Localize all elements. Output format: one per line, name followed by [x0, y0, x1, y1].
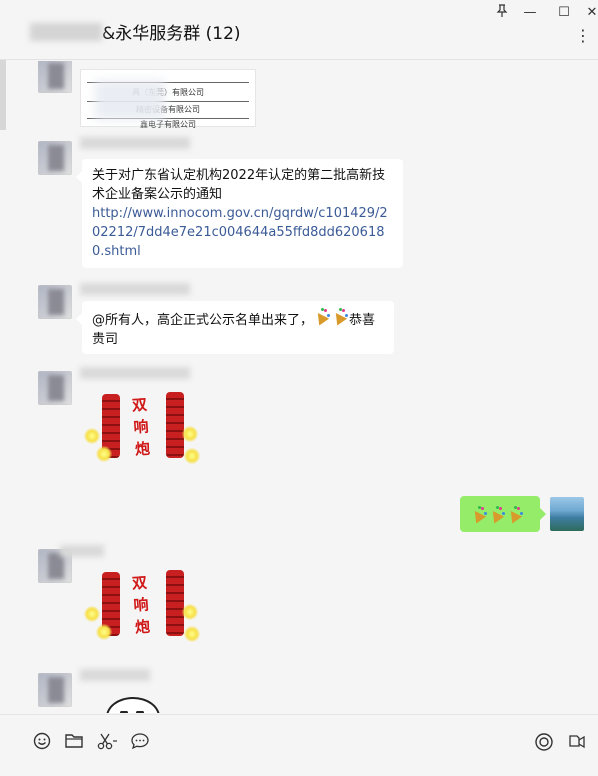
- party-popper-icon: [487, 506, 505, 524]
- sender-avatar[interactable]: [38, 61, 72, 93]
- sender-name-redacted: [80, 283, 190, 295]
- chat-title-text: &永华服务群 (12): [102, 24, 241, 44]
- minimize-button[interactable]: —: [518, 4, 542, 22]
- spark: [184, 448, 200, 464]
- spark: [84, 606, 100, 622]
- record-icon[interactable]: [534, 732, 554, 752]
- firecracker-sticker[interactable]: 双响炮: [82, 386, 206, 468]
- sticker-text: 双响炮: [131, 573, 151, 637]
- maximize-button[interactable]: ☐: [552, 4, 576, 22]
- sticker-text: 双响炮: [131, 395, 151, 459]
- party-popper-icon: [505, 506, 523, 524]
- sender-avatar[interactable]: [38, 371, 72, 405]
- firecracker-right: [166, 570, 184, 636]
- more-options-button[interactable]: ⋮: [575, 26, 592, 45]
- sender-avatar[interactable]: [38, 673, 72, 707]
- folder-icon[interactable]: [64, 732, 84, 752]
- emoji-icon[interactable]: [32, 732, 52, 752]
- scissors-icon[interactable]: [96, 732, 117, 752]
- spark: [84, 428, 100, 444]
- face-sticker[interactable]: [106, 697, 160, 713]
- my-avatar[interactable]: [550, 497, 584, 531]
- notice-link[interactable]: http://www.innocom.gov.cn/gqrdw/c101429/…: [92, 206, 388, 259]
- close-button[interactable]: ✕: [580, 4, 598, 22]
- firecracker-sticker[interactable]: 双响炮: [82, 564, 206, 646]
- spark: [184, 626, 200, 642]
- sender-avatar[interactable]: [38, 285, 72, 319]
- notice-text: 关于对广东省认定机构2022年认定的第二批高新技术企业备案公示的通知: [92, 168, 386, 202]
- redaction-blur: [95, 80, 165, 120]
- firecracker-right: [166, 392, 184, 458]
- sender-name-redacted: [80, 367, 190, 379]
- party-popper-icon: [469, 506, 487, 524]
- spark: [182, 426, 198, 442]
- pin-icon[interactable]: [490, 4, 514, 22]
- announcement-message[interactable]: @所有人，高企正式公示名单出来了， 恭喜贵司: [76, 301, 394, 354]
- title-redacted: [30, 22, 102, 41]
- chat-bubble-icon[interactable]: [130, 732, 150, 752]
- document-image-message[interactable]: 具（东莞）有限公司 精密设备有限公司 鑫电子有限公司: [80, 69, 256, 129]
- video-call-icon[interactable]: [567, 732, 587, 752]
- input-toolbar: [0, 714, 598, 776]
- doc-line: 鑫电子有限公司: [140, 120, 196, 129]
- party-popper-icon: [330, 308, 349, 326]
- title-bar: &永华服务群 (12) — ☐ ✕ ⋮: [0, 0, 598, 60]
- notice-message[interactable]: 关于对广东省认定机构2022年认定的第二批高新技术企业备案公示的通知 http:…: [76, 159, 403, 268]
- my-reply-message[interactable]: [460, 496, 546, 532]
- message-list[interactable]: 具（东莞）有限公司 精密设备有限公司 鑫电子有限公司 关于对广东省认定机构202…: [0, 61, 598, 713]
- sender-name-redacted: [80, 137, 190, 149]
- party-popper-icon: [312, 308, 331, 326]
- sender-name-redacted: [80, 669, 150, 681]
- spark: [182, 604, 198, 620]
- announcement-text: @所有人，高企正式公示名单出来了，: [92, 313, 314, 328]
- sender-name-redacted: [60, 545, 104, 557]
- spark: [96, 446, 112, 462]
- spark: [96, 624, 112, 640]
- sender-avatar[interactable]: [38, 141, 72, 175]
- chat-title: &永华服务群 (12): [30, 19, 241, 44]
- chat-window: &永华服务群 (12) — ☐ ✕ ⋮ 具（东莞）有限公司 精密设备有限公司 鑫…: [0, 0, 598, 776]
